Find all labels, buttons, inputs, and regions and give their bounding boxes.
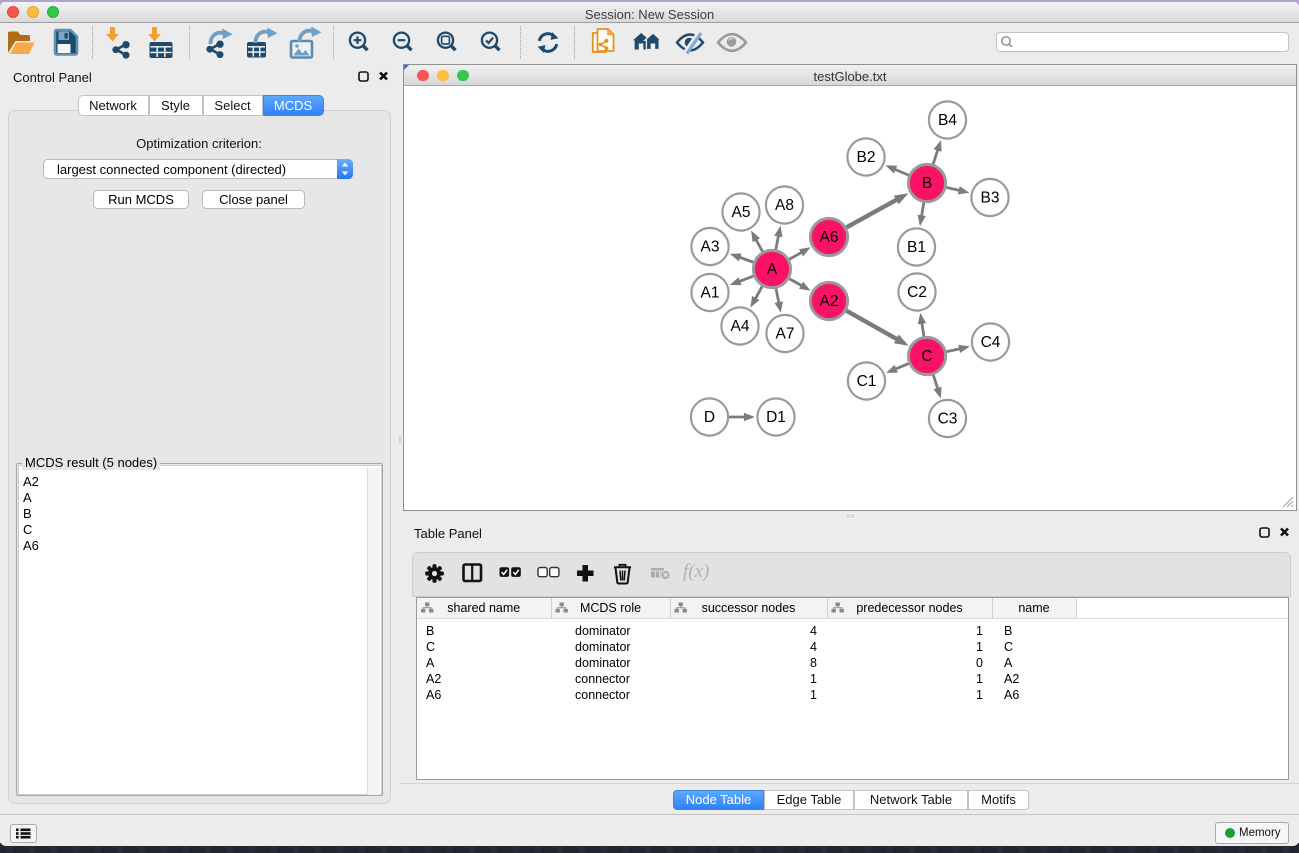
svg-text:A6: A6 <box>820 229 839 246</box>
svg-text:B1: B1 <box>907 239 926 256</box>
svg-text:D1: D1 <box>766 409 786 426</box>
svg-text:A3: A3 <box>701 239 720 256</box>
svg-text:A4: A4 <box>731 318 750 335</box>
svg-text:C2: C2 <box>907 284 927 301</box>
svg-text:A8: A8 <box>775 197 794 214</box>
svg-text:D: D <box>704 409 715 426</box>
svg-text:C3: C3 <box>938 411 958 428</box>
svg-text:C4: C4 <box>981 334 1001 351</box>
svg-text:B3: B3 <box>981 190 1000 207</box>
svg-text:B2: B2 <box>857 149 876 166</box>
svg-text:A2: A2 <box>820 293 839 310</box>
svg-text:A7: A7 <box>776 326 795 343</box>
svg-text:A: A <box>767 261 778 278</box>
svg-text:A5: A5 <box>732 204 751 221</box>
svg-text:A1: A1 <box>701 285 720 302</box>
svg-text:B: B <box>922 175 932 192</box>
svg-text:B4: B4 <box>938 112 957 129</box>
svg-text:C: C <box>921 348 932 365</box>
svg-text:C1: C1 <box>857 373 877 390</box>
